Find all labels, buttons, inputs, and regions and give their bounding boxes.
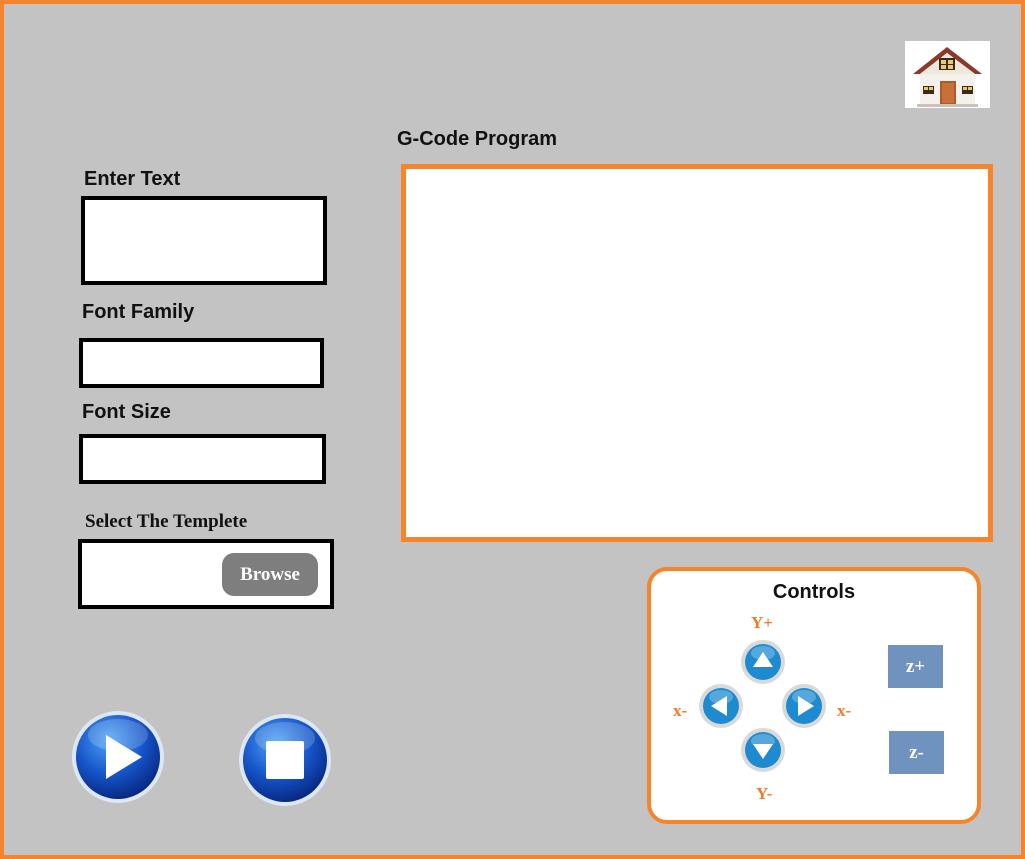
y-minus-label: Y- (756, 784, 773, 803)
move-x-minus-button[interactable] (698, 683, 744, 729)
stop-button[interactable] (237, 712, 333, 808)
enter-text-label: Enter Text (84, 168, 181, 190)
browse-button[interactable]: Browse (222, 553, 318, 596)
font-size-input[interactable] (83, 438, 322, 480)
font-size-label: Font Size (82, 401, 171, 423)
z-minus-button[interactable]: z- (889, 731, 944, 774)
font-family-field[interactable] (79, 338, 324, 388)
arrow-down-icon (741, 728, 785, 772)
controls-title: Controls (772, 581, 856, 603)
font-family-input[interactable] (83, 342, 320, 384)
gcode-program-panel[interactable] (401, 164, 993, 542)
move-x-plus-button[interactable] (781, 683, 827, 729)
template-path-input[interactable] (82, 543, 212, 605)
move-y-minus-button[interactable] (740, 727, 786, 773)
font-size-field[interactable] (79, 434, 326, 484)
template-label: Select The Templete (85, 511, 248, 532)
main-window: Enter Text Font Family Font Size Select … (0, 0, 1025, 859)
arrow-right-icon (782, 684, 826, 728)
gcode-title: G-Code Program (397, 128, 558, 150)
controls-panel: Controls Y+ Y- x- x- z+ z- (647, 567, 981, 824)
arrow-left-icon (699, 684, 743, 728)
play-button[interactable] (70, 709, 166, 805)
enter-text-field[interactable] (81, 196, 327, 285)
arrow-up-icon (741, 640, 785, 684)
gcode-program-textarea[interactable] (406, 169, 988, 537)
stop-icon (239, 714, 331, 806)
home-icon[interactable] (905, 41, 990, 108)
x-minus-label: x- (673, 701, 688, 720)
move-y-plus-button[interactable] (740, 639, 786, 685)
enter-text-input[interactable] (85, 200, 323, 281)
play-icon (72, 711, 164, 803)
font-family-label: Font Family (82, 301, 195, 323)
x-plus-label: x- (837, 701, 852, 720)
y-plus-label: Y+ (751, 613, 773, 632)
z-plus-button[interactable]: z+ (888, 645, 943, 688)
